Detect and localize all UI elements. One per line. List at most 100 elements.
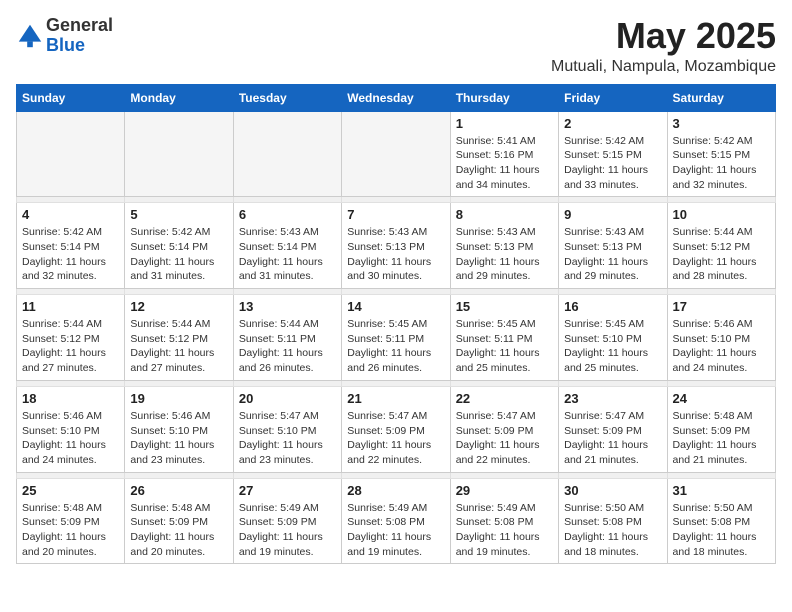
- page-header: General Blue May 2025 Mutuali, Nampula, …: [16, 16, 776, 76]
- logo-blue: Blue: [46, 36, 113, 56]
- day-info: Sunrise: 5:46 AMSunset: 5:10 PMDaylight:…: [673, 317, 770, 376]
- calendar-cell: 24 Sunrise: 5:48 AMSunset: 5:09 PMDayligh…: [667, 386, 775, 472]
- header-monday: Monday: [125, 84, 233, 111]
- calendar-cell: 6Sunrise: 5:43 AMSunset: 5:14 PMDaylight…: [233, 203, 341, 289]
- calendar-cell: 3 Sunrise: 5:42 AMSunset: 5:15 PMDaylight…: [667, 111, 775, 197]
- day-number: 5: [130, 207, 227, 222]
- calendar-header-row: Sunday Monday Tuesday Wednesday Thursday…: [17, 84, 776, 111]
- day-number: 3: [673, 116, 770, 131]
- calendar-cell: 4Sunrise: 5:42 AMSunset: 5:14 PMDaylight…: [17, 203, 125, 289]
- day-number: 26: [130, 483, 227, 498]
- calendar-cell: 30 Sunrise: 5:50 AMSunset: 5:08 PMDayligh…: [559, 478, 667, 564]
- day-number: 19: [130, 391, 227, 406]
- calendar-cell: 27Sunrise: 5:49 AMSunset: 5:09 PMDayligh…: [233, 478, 341, 564]
- day-number: 17: [673, 299, 770, 314]
- day-number: 8: [456, 207, 553, 222]
- day-number: 22: [456, 391, 553, 406]
- calendar-cell: 8 Sunrise: 5:43 AMSunset: 5:13 PMDaylight…: [450, 203, 558, 289]
- month-title: May 2025: [551, 16, 776, 56]
- day-number: 11: [22, 299, 119, 314]
- day-number: 24: [673, 391, 770, 406]
- day-number: 7: [347, 207, 444, 222]
- day-info: Sunrise: 5:44 AMSunset: 5:12 PMDaylight:…: [673, 225, 770, 284]
- day-info: Sunrise: 5:43 AMSunset: 5:13 PMDaylight:…: [564, 225, 661, 284]
- calendar-cell: 18 Sunrise: 5:46 AMSunset: 5:10 PMDayligh…: [17, 386, 125, 472]
- day-number: 2: [564, 116, 661, 131]
- header-saturday: Saturday: [667, 84, 775, 111]
- calendar-cell: [17, 111, 125, 197]
- day-info: Sunrise: 5:48 AMSunset: 5:09 PMDaylight:…: [673, 409, 770, 468]
- day-info: Sunrise: 5:47 AMSunset: 5:09 PMDaylight:…: [347, 409, 444, 468]
- day-info: Sunrise: 5:44 AMSunset: 5:11 PMDaylight:…: [239, 317, 336, 376]
- logo: General Blue: [16, 16, 113, 56]
- calendar-cell: 22 Sunrise: 5:47 AMSunset: 5:09 PMDayligh…: [450, 386, 558, 472]
- calendar-cell: 11 Sunrise: 5:44 AMSunset: 5:12 PMDayligh…: [17, 295, 125, 381]
- header-thursday: Thursday: [450, 84, 558, 111]
- day-number: 28: [347, 483, 444, 498]
- calendar-cell: 29 Sunrise: 5:49 AMSunset: 5:08 PMDayligh…: [450, 478, 558, 564]
- calendar-cell: 20 Sunrise: 5:47 AMSunset: 5:10 PMDayligh…: [233, 386, 341, 472]
- calendar-cell: 28 Sunrise: 5:49 AMSunset: 5:08 PMDayligh…: [342, 478, 450, 564]
- day-info: Sunrise: 5:43 AMSunset: 5:13 PMDaylight:…: [347, 225, 444, 284]
- day-info: Sunrise: 5:48 AMSunset: 5:09 PMDaylight:…: [22, 501, 119, 560]
- day-number: 20: [239, 391, 336, 406]
- day-info: Sunrise: 5:49 AMSunset: 5:08 PMDaylight:…: [456, 501, 553, 560]
- day-info: Sunrise: 5:41 AMSunset: 5:16 PMDaylight:…: [456, 134, 553, 193]
- day-number: 23: [564, 391, 661, 406]
- calendar-cell: [342, 111, 450, 197]
- day-info: Sunrise: 5:45 AMSunset: 5:11 PMDaylight:…: [347, 317, 444, 376]
- day-info: Sunrise: 5:46 AMSunset: 5:10 PMDaylight:…: [22, 409, 119, 468]
- day-number: 21: [347, 391, 444, 406]
- calendar-cell: 13 Sunrise: 5:44 AMSunset: 5:11 PMDayligh…: [233, 295, 341, 381]
- day-info: Sunrise: 5:42 AMSunset: 5:15 PMDaylight:…: [673, 134, 770, 193]
- calendar-cell: 2 Sunrise: 5:42 AMSunset: 5:15 PMDaylight…: [559, 111, 667, 197]
- logo-text: General Blue: [46, 16, 113, 56]
- calendar-cell: 21 Sunrise: 5:47 AMSunset: 5:09 PMDayligh…: [342, 386, 450, 472]
- day-number: 30: [564, 483, 661, 498]
- day-number: 6: [239, 207, 336, 222]
- day-info: Sunrise: 5:47 AMSunset: 5:10 PMDaylight:…: [239, 409, 336, 468]
- header-wednesday: Wednesday: [342, 84, 450, 111]
- day-number: 10: [673, 207, 770, 222]
- calendar-cell: 5Sunrise: 5:42 AMSunset: 5:14 PMDaylight…: [125, 203, 233, 289]
- day-info: Sunrise: 5:43 AMSunset: 5:13 PMDaylight:…: [456, 225, 553, 284]
- calendar-cell: 23Sunrise: 5:47 AMSunset: 5:09 PMDayligh…: [559, 386, 667, 472]
- calendar-cell: 14 Sunrise: 5:45 AMSunset: 5:11 PMDayligh…: [342, 295, 450, 381]
- calendar-cell: 10 Sunrise: 5:44 AMSunset: 5:12 PMDayligh…: [667, 203, 775, 289]
- calendar-cell: [125, 111, 233, 197]
- day-number: 15: [456, 299, 553, 314]
- calendar-cell: 17 Sunrise: 5:46 AMSunset: 5:10 PMDayligh…: [667, 295, 775, 381]
- day-number: 12: [130, 299, 227, 314]
- day-number: 25: [22, 483, 119, 498]
- day-number: 29: [456, 483, 553, 498]
- location-title: Mutuali, Nampula, Mozambique: [551, 58, 776, 76]
- header-tuesday: Tuesday: [233, 84, 341, 111]
- day-info: Sunrise: 5:49 AMSunset: 5:08 PMDaylight:…: [347, 501, 444, 560]
- calendar-cell: 31Sunrise: 5:50 AMSunset: 5:08 PMDayligh…: [667, 478, 775, 564]
- day-info: Sunrise: 5:49 AMSunset: 5:09 PMDaylight:…: [239, 501, 336, 560]
- calendar-cell: 9 Sunrise: 5:43 AMSunset: 5:13 PMDaylight…: [559, 203, 667, 289]
- logo-general: General: [46, 16, 113, 36]
- calendar-cell: [233, 111, 341, 197]
- calendar-week-row-5: 25 Sunrise: 5:48 AMSunset: 5:09 PMDayligh…: [17, 478, 776, 564]
- calendar-cell: 12 Sunrise: 5:44 AMSunset: 5:12 PMDayligh…: [125, 295, 233, 381]
- day-info: Sunrise: 5:48 AMSunset: 5:09 PMDaylight:…: [130, 501, 227, 560]
- day-info: Sunrise: 5:44 AMSunset: 5:12 PMDaylight:…: [22, 317, 119, 376]
- day-number: 1: [456, 116, 553, 131]
- calendar-week-row-2: 4Sunrise: 5:42 AMSunset: 5:14 PMDaylight…: [17, 203, 776, 289]
- day-number: 14: [347, 299, 444, 314]
- day-number: 13: [239, 299, 336, 314]
- day-info: Sunrise: 5:42 AMSunset: 5:15 PMDaylight:…: [564, 134, 661, 193]
- day-number: 4: [22, 207, 119, 222]
- day-info: Sunrise: 5:47 AMSunset: 5:09 PMDaylight:…: [456, 409, 553, 468]
- day-info: Sunrise: 5:50 AMSunset: 5:08 PMDaylight:…: [564, 501, 661, 560]
- calendar-cell: 16Sunrise: 5:45 AMSunset: 5:10 PMDayligh…: [559, 295, 667, 381]
- calendar-cell: 19 Sunrise: 5:46 AMSunset: 5:10 PMDayligh…: [125, 386, 233, 472]
- day-info: Sunrise: 5:46 AMSunset: 5:10 PMDaylight:…: [130, 409, 227, 468]
- day-info: Sunrise: 5:45 AMSunset: 5:10 PMDaylight:…: [564, 317, 661, 376]
- calendar-cell: 7 Sunrise: 5:43 AMSunset: 5:13 PMDaylight…: [342, 203, 450, 289]
- day-number: 9: [564, 207, 661, 222]
- day-info: Sunrise: 5:44 AMSunset: 5:12 PMDaylight:…: [130, 317, 227, 376]
- calendar-week-row-4: 18 Sunrise: 5:46 AMSunset: 5:10 PMDayligh…: [17, 386, 776, 472]
- day-number: 18: [22, 391, 119, 406]
